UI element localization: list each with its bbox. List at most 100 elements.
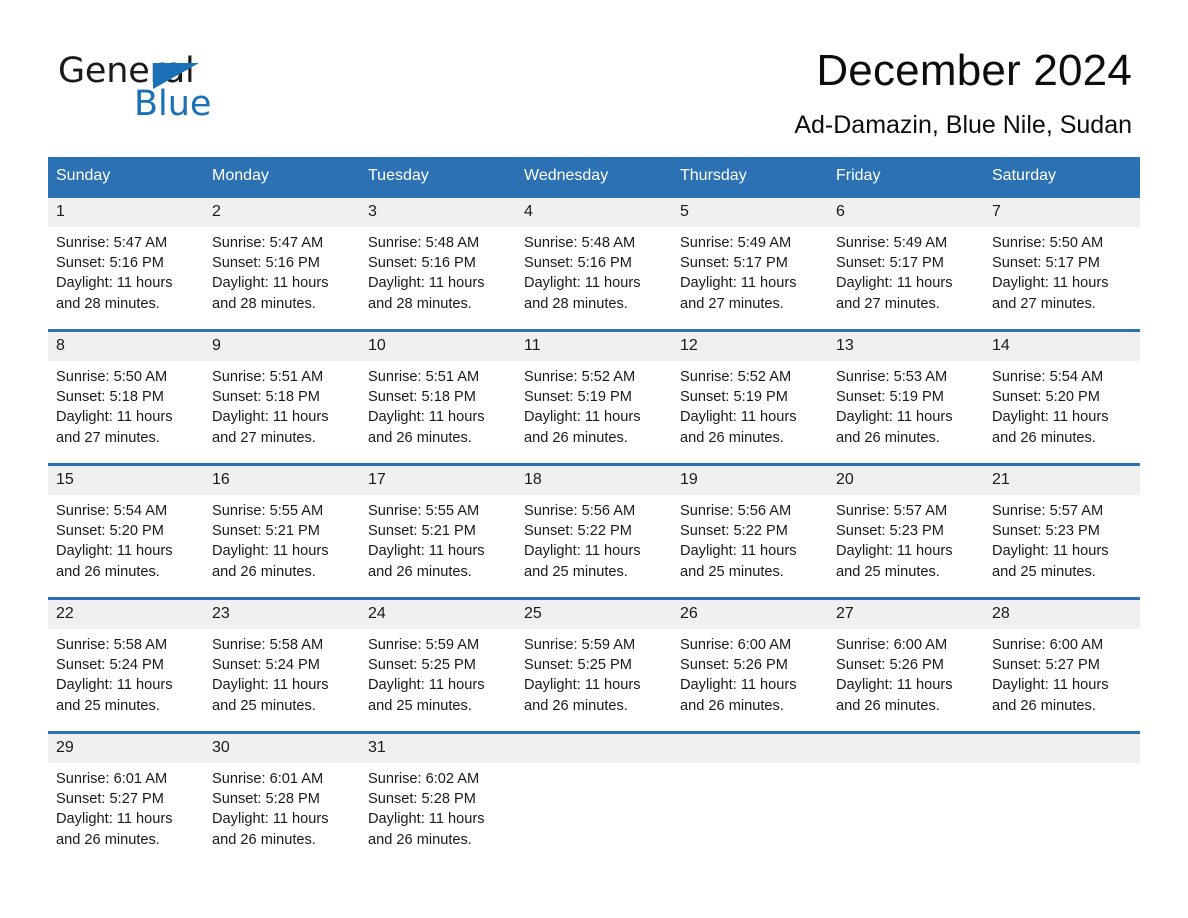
- calendar-header-row: Sunday Monday Tuesday Wednesday Thursday…: [48, 157, 1140, 197]
- day-details: Sunrise: 5:57 AM Sunset: 5:23 PM Daylight:…: [984, 495, 1140, 582]
- calendar-day-cell[interactable]: 11 Sunrise: 5:52 AM Sunset: 5:19 PM Dayligh…: [516, 329, 672, 465]
- calendar-week-row: 8 Sunrise: 5:50 AM Sunset: 5:18 PM Daylight…: [48, 329, 1140, 465]
- sunset-text: Sunset: 5:23 PM: [992, 523, 1100, 540]
- calendar-day-cell[interactable]: 5 Sunrise: 5:49 AM Sunset: 5:17 PM Daylight…: [672, 195, 828, 331]
- calendar-day-cell[interactable]: 7 Sunrise: 5:50 AM Sunset: 5:17 PM Daylight…: [984, 195, 1140, 331]
- calendar-day-cell[interactable]: 23 Sunrise: 5:58 AM Sunset: 5:24 PM Dayligh…: [204, 597, 360, 733]
- daylight-text: Daylight: 11 hours and 26 minutes.: [56, 543, 173, 580]
- daylight-text: Daylight: 11 hours and 26 minutes.: [680, 677, 797, 714]
- calendar-day-cell[interactable]: 13 Sunrise: 5:53 AM Sunset: 5:19 PM Dayligh…: [828, 329, 984, 465]
- calendar-day-cell[interactable]: 8 Sunrise: 5:50 AM Sunset: 5:18 PM Daylight…: [48, 329, 204, 465]
- calendar-day-cell[interactable]: 22 Sunrise: 5:58 AM Sunset: 5:24 PM Dayligh…: [48, 597, 204, 733]
- calendar-week-row: 22 Sunrise: 5:58 AM Sunset: 5:24 PM Dayligh…: [48, 597, 1140, 733]
- sunset-text: Sunset: 5:16 PM: [368, 255, 476, 272]
- sunset-text: Sunset: 5:16 PM: [524, 255, 632, 272]
- sunset-text: Sunset: 5:25 PM: [524, 657, 632, 674]
- sunset-text: Sunset: 5:18 PM: [212, 389, 320, 406]
- calendar-day-cell[interactable]: 1 Sunrise: 5:47 AM Sunset: 5:16 PM Daylight…: [48, 195, 204, 331]
- sunrise-text: Sunrise: 5:50 AM: [56, 369, 168, 385]
- daylight-text: Daylight: 11 hours and 26 minutes.: [368, 811, 485, 848]
- calendar-day-cell[interactable]: 14 Sunrise: 5:54 AM Sunset: 5:20 PM Dayligh…: [984, 329, 1140, 465]
- calendar-day-cell[interactable]: 10 Sunrise: 5:51 AM Sunset: 5:18 PM Dayligh…: [360, 329, 516, 465]
- day-details: Sunrise: 5:56 AM Sunset: 5:22 PM Daylight:…: [516, 495, 672, 582]
- calendar-day-cell[interactable]: 9 Sunrise: 5:51 AM Sunset: 5:18 PM Daylight…: [204, 329, 360, 465]
- day-details: Sunrise: 5:57 AM Sunset: 5:23 PM Daylight:…: [828, 495, 984, 582]
- sunrise-text: Sunrise: 5:54 AM: [56, 503, 168, 519]
- calendar-day-cell[interactable]: 20 Sunrise: 5:57 AM Sunset: 5:23 PM Dayligh…: [828, 463, 984, 599]
- calendar-day-cell[interactable]: 19 Sunrise: 5:56 AM Sunset: 5:22 PM Dayligh…: [672, 463, 828, 599]
- daylight-text: Daylight: 11 hours and 26 minutes.: [212, 811, 329, 848]
- day-details: Sunrise: 6:00 AM Sunset: 5:27 PM Daylight:…: [984, 629, 1140, 716]
- calendar-day-cell[interactable]: 2 Sunrise: 5:47 AM Sunset: 5:16 PM Daylight…: [204, 195, 360, 331]
- calendar-day-cell[interactable]: 31 Sunrise: 6:02 AM Sunset: 5:28 PM Dayligh…: [360, 731, 516, 865]
- weekday-header-thursday: Thursday: [672, 157, 828, 197]
- calendar-week-row: 29 Sunrise: 6:01 AM Sunset: 5:27 PM Dayligh…: [48, 731, 1140, 865]
- sunrise-text: Sunrise: 5:54 AM: [992, 369, 1104, 385]
- sunrise-text: Sunrise: 5:52 AM: [524, 369, 636, 385]
- calendar-day-cell[interactable]: 25 Sunrise: 5:59 AM Sunset: 5:25 PM Dayligh…: [516, 597, 672, 733]
- daylight-text: Daylight: 11 hours and 26 minutes.: [212, 543, 329, 580]
- calendar-day-cell[interactable]: 6 Sunrise: 5:49 AM Sunset: 5:17 PM Daylight…: [828, 195, 984, 331]
- calendar-day-cell[interactable]: 26 Sunrise: 6:00 AM Sunset: 5:26 PM Dayligh…: [672, 597, 828, 733]
- calendar-day-cell[interactable]: 30 Sunrise: 6:01 AM Sunset: 5:28 PM Dayligh…: [204, 731, 360, 865]
- day-number: [516, 734, 672, 763]
- day-details: Sunrise: 5:49 AM Sunset: 5:17 PM Daylight:…: [672, 227, 828, 314]
- day-details: Sunrise: 5:59 AM Sunset: 5:25 PM Daylight:…: [516, 629, 672, 716]
- day-number: 29: [48, 734, 204, 763]
- calendar-day-cell[interactable]: 15 Sunrise: 5:54 AM Sunset: 5:20 PM Dayligh…: [48, 463, 204, 599]
- day-number: 28: [984, 600, 1140, 629]
- calendar-day-cell[interactable]: 3 Sunrise: 5:48 AM Sunset: 5:16 PM Daylight…: [360, 195, 516, 331]
- calendar-day-cell[interactable]: 16 Sunrise: 5:55 AM Sunset: 5:21 PM Dayligh…: [204, 463, 360, 599]
- day-details: Sunrise: 5:55 AM Sunset: 5:21 PM Daylight:…: [360, 495, 516, 582]
- day-details: Sunrise: 5:52 AM Sunset: 5:19 PM Daylight:…: [516, 361, 672, 448]
- calendar-day-cell[interactable]: 17 Sunrise: 5:55 AM Sunset: 5:21 PM Dayligh…: [360, 463, 516, 599]
- sunset-text: Sunset: 5:22 PM: [524, 523, 632, 540]
- day-number: 21: [984, 466, 1140, 495]
- calendar-day-cell[interactable]: 21 Sunrise: 5:57 AM Sunset: 5:23 PM Dayligh…: [984, 463, 1140, 599]
- day-number: 5: [672, 198, 828, 227]
- sunset-text: Sunset: 5:24 PM: [212, 657, 320, 674]
- sunrise-text: Sunrise: 6:00 AM: [680, 637, 792, 653]
- daylight-text: Daylight: 11 hours and 25 minutes.: [56, 677, 173, 714]
- day-number: [984, 734, 1140, 763]
- calendar-day-cell[interactable]: 4 Sunrise: 5:48 AM Sunset: 5:16 PM Daylight…: [516, 195, 672, 331]
- sunset-text: Sunset: 5:26 PM: [680, 657, 788, 674]
- sunrise-text: Sunrise: 5:47 AM: [212, 235, 324, 251]
- day-number: 15: [48, 466, 204, 495]
- calendar-day-cell[interactable]: 29 Sunrise: 6:01 AM Sunset: 5:27 PM Dayligh…: [48, 731, 204, 865]
- sunset-text: Sunset: 5:28 PM: [368, 791, 476, 808]
- day-number: 3: [360, 198, 516, 227]
- sunset-text: Sunset: 5:22 PM: [680, 523, 788, 540]
- day-number: 4: [516, 198, 672, 227]
- weekday-header-friday: Friday: [828, 157, 984, 197]
- sunset-text: Sunset: 5:20 PM: [992, 389, 1100, 406]
- generalblue-logo[interactable]: General Blue: [58, 52, 358, 132]
- sunset-text: Sunset: 5:19 PM: [524, 389, 632, 406]
- day-number: 30: [204, 734, 360, 763]
- day-number: [672, 734, 828, 763]
- day-details: Sunrise: 5:48 AM Sunset: 5:16 PM Daylight:…: [360, 227, 516, 314]
- day-details: Sunrise: 6:01 AM Sunset: 5:27 PM Daylight:…: [48, 763, 204, 850]
- sunset-text: Sunset: 5:27 PM: [992, 657, 1100, 674]
- sunset-text: Sunset: 5:27 PM: [56, 791, 164, 808]
- calendar-day-cell[interactable]: 18 Sunrise: 5:56 AM Sunset: 5:22 PM Dayligh…: [516, 463, 672, 599]
- calendar-day-cell[interactable]: 27 Sunrise: 6:00 AM Sunset: 5:26 PM Dayligh…: [828, 597, 984, 733]
- day-details: Sunrise: 6:01 AM Sunset: 5:28 PM Daylight:…: [204, 763, 360, 850]
- sunrise-text: Sunrise: 5:58 AM: [56, 637, 168, 653]
- day-number: 20: [828, 466, 984, 495]
- sunrise-text: Sunrise: 5:58 AM: [212, 637, 324, 653]
- calendar-week-row: 1 Sunrise: 5:47 AM Sunset: 5:16 PM Daylight…: [48, 195, 1140, 331]
- daylight-text: Daylight: 11 hours and 27 minutes.: [56, 409, 173, 446]
- daylight-text: Daylight: 11 hours and 27 minutes.: [992, 275, 1109, 312]
- daylight-text: Daylight: 11 hours and 28 minutes.: [212, 275, 329, 312]
- sunset-text: Sunset: 5:16 PM: [212, 255, 320, 272]
- day-details: Sunrise: 5:48 AM Sunset: 5:16 PM Daylight:…: [516, 227, 672, 314]
- day-number: 25: [516, 600, 672, 629]
- sunrise-text: Sunrise: 5:48 AM: [524, 235, 636, 251]
- calendar-body: 1 Sunrise: 5:47 AM Sunset: 5:16 PM Daylight…: [48, 195, 1140, 865]
- day-number: 26: [672, 600, 828, 629]
- day-number: 22: [48, 600, 204, 629]
- calendar-day-cell[interactable]: 24 Sunrise: 5:59 AM Sunset: 5:25 PM Dayligh…: [360, 597, 516, 733]
- calendar-day-cell[interactable]: 28 Sunrise: 6:00 AM Sunset: 5:27 PM Dayligh…: [984, 597, 1140, 733]
- calendar-day-cell[interactable]: 12 Sunrise: 5:52 AM Sunset: 5:19 PM Dayligh…: [672, 329, 828, 465]
